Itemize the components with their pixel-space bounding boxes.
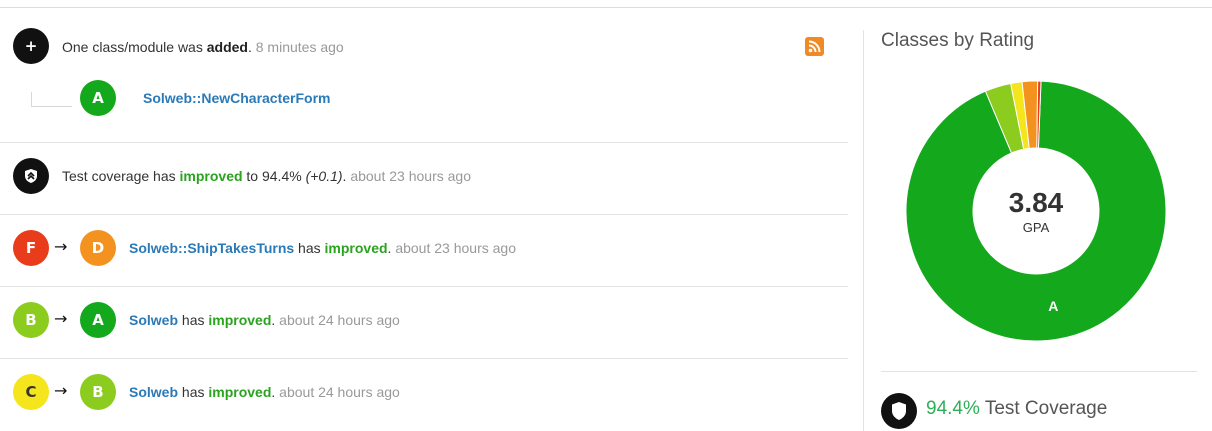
class-link[interactable]: Solweb::NewCharacterForm [143, 90, 330, 106]
row-divider [0, 214, 848, 215]
coverage-label: Test Coverage [984, 398, 1108, 419]
timestamp: about 24 hours ago [279, 312, 400, 328]
slice-label-a: A [1048, 298, 1058, 314]
grade-badge-a: A [80, 80, 116, 116]
status-improved: improved [324, 240, 388, 256]
timestamp: about 24 hours ago [279, 384, 400, 400]
status-improved: improved [208, 384, 272, 400]
coverage-value: 94.4% [926, 398, 980, 419]
shield-icon [13, 158, 49, 194]
shield-icon [881, 393, 917, 429]
rating-donut-chart: 3.84 GPA A [905, 80, 1167, 342]
grade-badge-a: A [80, 302, 116, 338]
class-link[interactable]: Solweb [129, 384, 178, 400]
grade-badge-d: D [80, 230, 116, 266]
arrow-right-icon: → [54, 381, 68, 400]
timestamp: 8 minutes ago [255, 39, 344, 55]
timestamp: about 23 hours ago [395, 240, 516, 256]
class-link[interactable]: Solweb [129, 312, 178, 328]
status-improved: improved [208, 312, 272, 328]
grade-badge-c: C [13, 374, 49, 410]
sidebar-divider [863, 30, 864, 431]
sidebar-title: Classes by Rating [881, 30, 1035, 51]
grade-badge-f: F [13, 230, 49, 266]
plus-icon: + [13, 28, 49, 64]
feed-message: Solweb has improved. about 24 hours ago [129, 312, 400, 328]
test-coverage: 94.4% Test Coverage [926, 398, 1107, 420]
feed-message: Solweb::ShipTakesTurns has improved. abo… [129, 240, 516, 256]
gpa-value: 3.84 [1009, 187, 1064, 218]
status-improved: improved [179, 168, 243, 184]
feed-message: One class/module was added. 8 minutes ag… [62, 39, 344, 55]
row-divider [0, 358, 848, 359]
arrow-right-icon: → [54, 309, 68, 328]
row-divider [0, 142, 848, 143]
tree-connector [31, 92, 72, 107]
arrow-right-icon: → [54, 237, 68, 256]
feed-message: Test coverage has improved to 94.4% (+0.… [62, 168, 471, 184]
grade-badge-b: B [80, 374, 116, 410]
timestamp: about 23 hours ago [350, 168, 471, 184]
class-link-row: Solweb::NewCharacterForm [143, 89, 330, 107]
row-divider [0, 286, 848, 287]
activity-feed: + One class/module was added. 8 minutes … [0, 8, 848, 431]
sidebar-separator [881, 371, 1197, 372]
rss-icon[interactable] [805, 37, 824, 56]
class-link[interactable]: Solweb::ShipTakesTurns [129, 240, 294, 256]
grade-badge-b: B [13, 302, 49, 338]
feed-message: Solweb has improved. about 24 hours ago [129, 384, 400, 400]
gpa-label: GPA [1023, 220, 1050, 235]
